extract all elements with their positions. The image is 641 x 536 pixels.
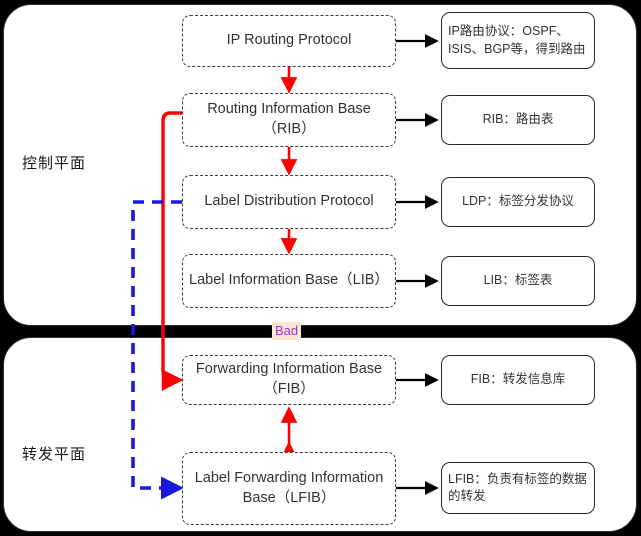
control-plane-label: 控制平面 [22, 155, 87, 172]
node-label-forwarding-information-base[interactable]: Label Forwarding Information Base（LFIB） [182, 452, 396, 525]
note-lfib: LFIB：负责有标签的数据的转发 [441, 462, 595, 514]
note-fib: FIB：转发信息库 [441, 355, 595, 405]
bad-highlight-tag: Bad [272, 322, 302, 340]
node-ip-routing-protocol[interactable]: IP Routing Protocol [182, 15, 396, 67]
note-lib: LIB：标签表 [441, 256, 595, 306]
note-rib: RIB：路由表 [441, 95, 595, 145]
node-forwarding-information-base[interactable]: Forwarding Information Base（FIB） [182, 355, 396, 405]
note-ldp: LDP：标签分发协议 [441, 177, 595, 227]
note-ip-routing-protocol: IP路由协议：OSPF、ISIS、BGP等，得到路由 [441, 12, 595, 69]
node-label-distribution-protocol[interactable]: Label Distribution Protocol [182, 175, 396, 229]
node-routing-information-base[interactable]: Routing Information Base（RIB） [182, 93, 396, 147]
node-label-information-base[interactable]: Label Information Base（LIB） [182, 254, 396, 308]
forwarding-plane-label: 转发平面 [22, 446, 87, 463]
diagram-canvas: 控制平面 转发平面 IP Routing Protocol Routing In… [0, 0, 641, 536]
